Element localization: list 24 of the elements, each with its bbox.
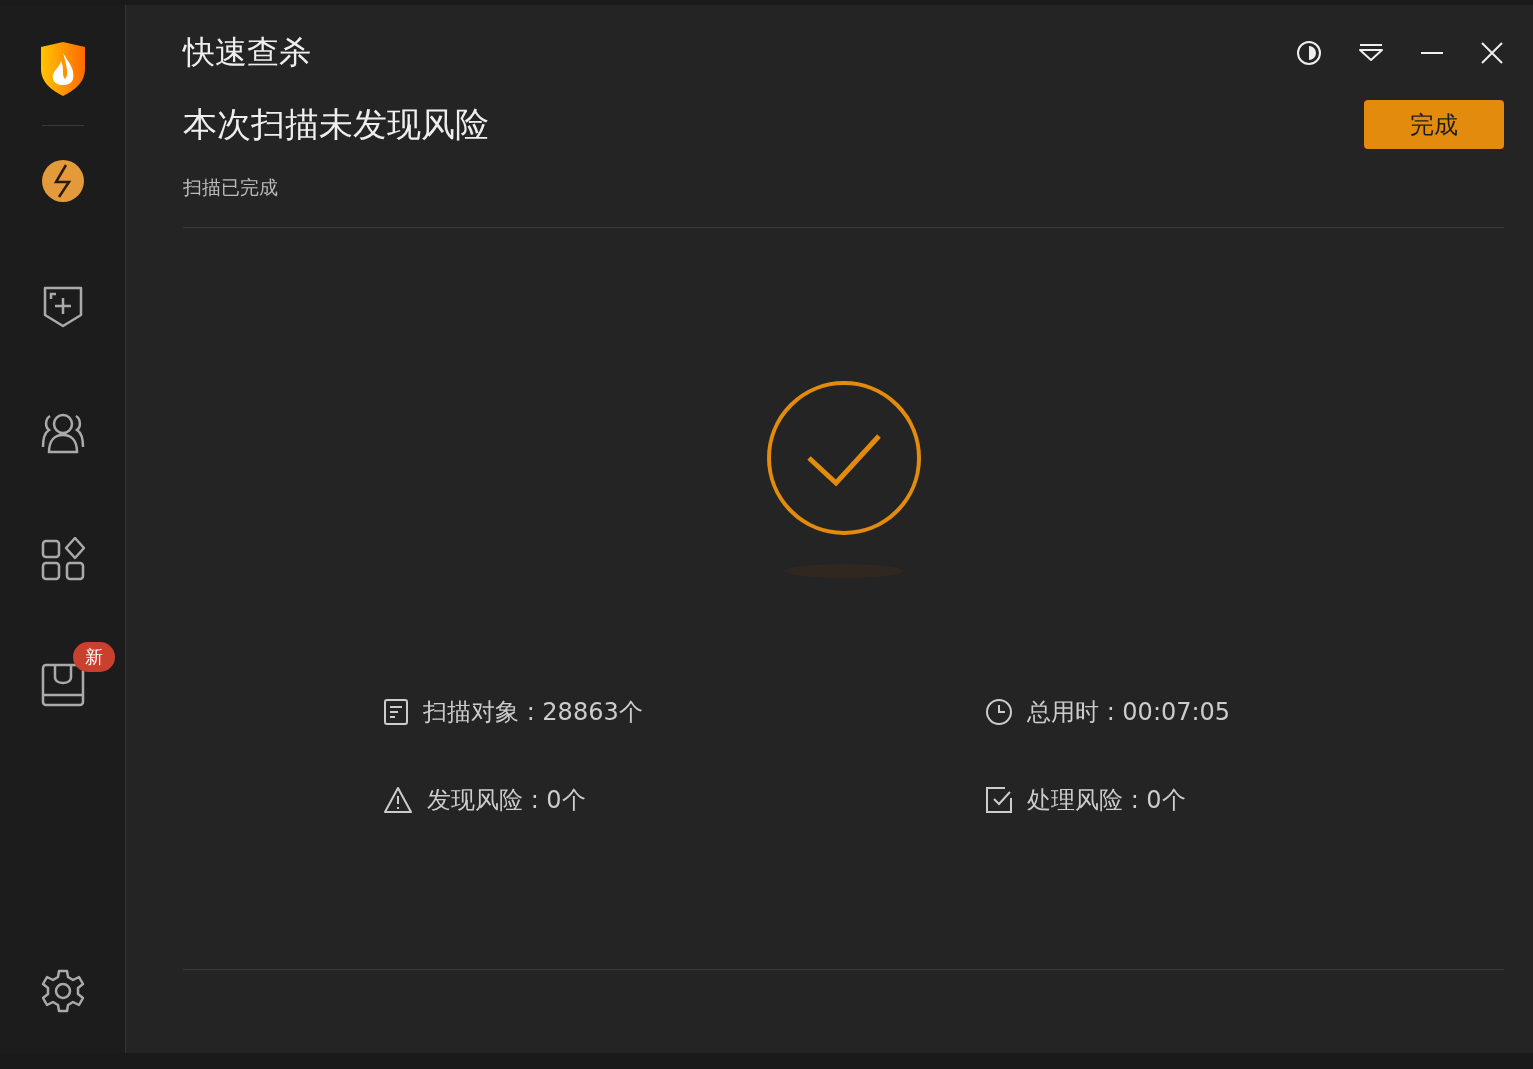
shield-flame-logo-icon [38, 41, 87, 97]
new-badge: 新 [72, 642, 115, 672]
dropdown-menu-icon[interactable] [1358, 42, 1384, 63]
lightning-icon [40, 159, 85, 203]
stat-label: 发现风险 : 0个 [427, 785, 586, 816]
warning-icon [383, 786, 413, 814]
stat-label: 总用时 : 00:07:05 [1027, 697, 1231, 728]
result-heading: 本次扫描未发现风险 [183, 102, 489, 146]
done-button[interactable]: 完成 [1364, 100, 1504, 149]
clock-icon [985, 698, 1013, 726]
stat-label: 扫描对象 : 28863个 [423, 697, 643, 728]
close-icon[interactable] [1480, 40, 1504, 65]
settings-icon[interactable] [40, 969, 85, 1013]
stat-label: 处理风险 : 0个 [1027, 785, 1186, 816]
theme-contrast-icon[interactable] [1296, 39, 1322, 66]
users-icon [40, 411, 85, 455]
apps-grid-icon [40, 537, 85, 581]
minimize-icon[interactable] [1420, 50, 1444, 55]
sidebar-item[interactable]: 新 [10, 642, 115, 728]
window-title: 快速查杀 [183, 31, 311, 73]
inbox-icon [40, 663, 85, 707]
document-icon [383, 698, 409, 726]
scan-status: 扫描已完成 [183, 175, 279, 200]
checkbox-icon [985, 786, 1013, 814]
